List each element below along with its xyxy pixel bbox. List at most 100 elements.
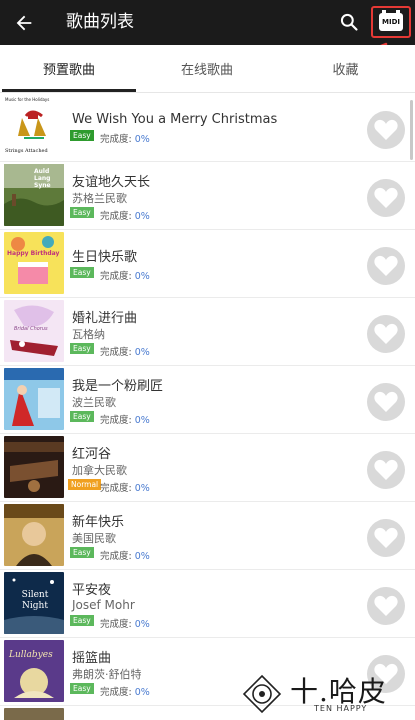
album-cover	[4, 708, 64, 720]
completion-text: 完成度: 0%	[100, 344, 150, 358]
album-cover: Lullabyes	[4, 640, 64, 702]
favorite-button[interactable]	[367, 451, 405, 489]
cover-caption: Music for the Holidays	[5, 97, 50, 102]
list-item[interactable]: 我是一个粉刷匠 波兰民歌 Easy 完成度: 0%	[0, 366, 415, 434]
song-title: 婚礼进行曲	[72, 311, 138, 326]
completion-value: 0%	[134, 347, 150, 358]
list-item[interactable]: Happy Birthday 生日快乐歌 Easy 完成度: 0%	[0, 230, 415, 298]
favorite-button[interactable]	[367, 587, 405, 625]
watermark-subtext: TEN HAPPY	[314, 704, 368, 713]
heart-icon	[374, 391, 398, 412]
completion-label: 完成度:	[100, 687, 132, 698]
completion-text: 完成度: 0%	[100, 616, 150, 630]
tab-bar: 预置歌曲 在线歌曲 收藏	[0, 45, 415, 93]
favorite-button[interactable]	[367, 179, 405, 217]
heart-icon	[374, 459, 398, 480]
favorite-button[interactable]	[367, 247, 405, 285]
favorite-button[interactable]	[367, 383, 405, 421]
song-title: 摇篮曲	[72, 651, 112, 666]
song-title: 生日快乐歌	[72, 250, 138, 265]
tab-online-songs[interactable]: 在线歌曲	[138, 45, 276, 93]
song-title: 新年快乐	[72, 515, 125, 530]
favorite-button[interactable]	[367, 519, 405, 557]
completion-label: 完成度:	[100, 134, 132, 145]
search-icon	[340, 13, 358, 31]
album-cover	[4, 504, 64, 566]
completion-value: 0%	[134, 687, 150, 698]
cover-caption: Auld Lang Syne	[34, 168, 51, 189]
song-title: 我是一个粉刷匠	[72, 379, 164, 394]
midi-icon: MIDI	[379, 10, 403, 31]
completion-value: 0%	[134, 271, 150, 282]
heart-icon	[374, 323, 398, 344]
song-title: 红河谷	[72, 447, 112, 462]
completion-label: 完成度:	[100, 347, 132, 358]
difficulty-badge: Normal	[68, 479, 102, 490]
list-item[interactable]: 红河谷 加拿大民歌 Normal 完成度: 0%	[0, 434, 415, 502]
completion-value: 0%	[134, 619, 150, 630]
tab-favorites[interactable]: 收藏	[276, 45, 415, 93]
heart-icon	[374, 255, 398, 276]
completion-label: 完成度:	[100, 415, 132, 426]
app-root: 歌曲列表 MIDI 预置歌曲 在线歌曲 收藏 Music for the Hol…	[0, 0, 415, 720]
top-app-bar: 歌曲列表 MIDI	[0, 0, 415, 45]
difficulty-badge: Easy	[70, 267, 94, 278]
arrow-left-icon	[16, 15, 32, 31]
completion-label: 完成度:	[100, 619, 132, 630]
list-item[interactable]: Bridal Chorus 婚礼进行曲 瓦格纳 Easy 完成度: 0%	[0, 298, 415, 366]
song-artist: 苏格兰民歌	[72, 192, 127, 205]
heart-icon	[374, 527, 398, 548]
favorite-button[interactable]	[367, 111, 405, 149]
watermark: 十.哈皮 TEN HAPPY	[242, 670, 412, 718]
album-cover: Auld Lang Syne	[4, 164, 64, 226]
song-artist: 瓦格纳	[72, 328, 105, 341]
song-title: We Wish You a Merry Christmas	[72, 112, 278, 127]
album-cover: Music for the Holidays Strings Attached	[4, 96, 64, 158]
list-item[interactable]: Auld Lang Syne 友谊地久天长 苏格兰民歌 Easy 完成度: 0%	[0, 162, 415, 230]
completion-text: 完成度: 0%	[100, 684, 150, 698]
completion-text: 完成度: 0%	[100, 208, 150, 222]
heart-icon	[374, 187, 398, 208]
completion-text: 完成度: 0%	[100, 480, 150, 494]
song-artist: 美国民歌	[72, 532, 116, 545]
midi-button[interactable]: MIDI	[371, 6, 411, 38]
completion-value: 0%	[134, 415, 150, 426]
list-item[interactable]: Silent Night 平安夜 Josef Mohr Easy 完成度: 0%	[0, 570, 415, 638]
page-title: 歌曲列表	[66, 12, 134, 32]
completion-text: 完成度: 0%	[100, 412, 150, 426]
album-cover: Bridal Chorus	[4, 300, 64, 362]
back-button[interactable]	[10, 9, 38, 37]
song-list: Music for the Holidays Strings Attached …	[0, 94, 415, 720]
completion-label: 完成度:	[100, 551, 132, 562]
album-cover: Happy Birthday	[4, 232, 64, 294]
scrollbar[interactable]	[410, 100, 413, 160]
cover-caption: Lullabyes	[9, 650, 53, 660]
search-button[interactable]	[336, 9, 362, 35]
tab-preset-songs[interactable]: 预置歌曲	[0, 45, 138, 93]
completion-label: 完成度:	[100, 211, 132, 222]
completion-label: 完成度:	[100, 271, 132, 282]
difficulty-badge: Easy	[70, 207, 94, 218]
heart-icon	[374, 119, 398, 140]
song-artist: 弗朗茨·舒伯特	[72, 668, 142, 681]
difficulty-badge: Easy	[70, 615, 94, 626]
completion-value: 0%	[134, 211, 150, 222]
heart-icon	[374, 595, 398, 616]
cover-caption: Bridal Chorus	[14, 326, 48, 332]
song-artist: Josef Mohr	[72, 598, 135, 612]
watermark-logo-icon	[242, 674, 282, 714]
song-artist: 加拿大民歌	[72, 464, 127, 477]
album-cover	[4, 368, 64, 430]
completion-text: 完成度: 0%	[100, 268, 150, 282]
cover-caption: Happy Birthday	[7, 250, 60, 257]
difficulty-badge: Easy	[70, 343, 94, 354]
difficulty-badge: Easy	[70, 547, 94, 558]
album-cover	[4, 436, 64, 498]
list-item[interactable]: Music for the Holidays Strings Attached …	[0, 94, 415, 162]
cover-caption: Silent Night	[21, 590, 49, 611]
difficulty-badge: Easy	[70, 683, 94, 694]
album-cover: Silent Night	[4, 572, 64, 634]
list-item[interactable]: 新年快乐 美国民歌 Easy 完成度: 0%	[0, 502, 415, 570]
favorite-button[interactable]	[367, 315, 405, 353]
selected-tab-indicator	[2, 89, 136, 92]
